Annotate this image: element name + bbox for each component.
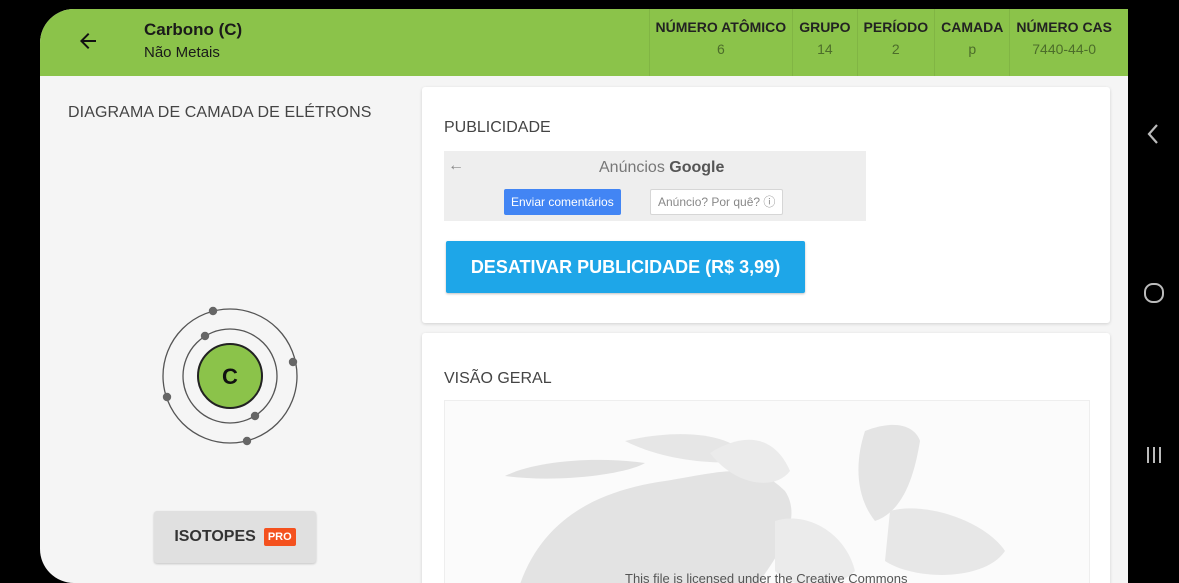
prop-label: GRUPO [799, 19, 851, 35]
recent-apps-icon [1146, 447, 1161, 463]
advertising-card: PUBLICIDADE ← Anúncios Google Enviar com… [422, 87, 1110, 323]
electron-shell-2 [242, 436, 252, 446]
prop-cas-number: NÚMERO CAS 7440-44-0 [1009, 9, 1118, 76]
nav-home-button[interactable] [1128, 268, 1179, 318]
electron-shell-1 [250, 411, 260, 421]
element-symbol: C [222, 364, 238, 389]
why-this-ad-button[interactable]: Anúncio? Por quê? ⓘ [650, 189, 784, 215]
back-button[interactable] [70, 23, 106, 59]
carbon-pieces-illustration [505, 424, 1005, 583]
isotopes-button[interactable]: ISOTOPES PRO [154, 511, 316, 563]
pro-badge: PRO [263, 528, 296, 546]
element-category: Não Metais [144, 44, 220, 61]
prop-value: 7440-44-0 [1032, 41, 1097, 57]
overview-title: VISÃO GERAL [444, 370, 552, 387]
electron-shell-2 [288, 357, 298, 367]
disable-ads-button[interactable]: DESATIVAR PUBLICIDADE (R$ 3,99) [446, 241, 805, 293]
diagram-title: DIAGRAMA DE CAMADA DE ELÉTRONS [68, 104, 372, 121]
element-name: Carbono (C) [144, 20, 243, 39]
nav-recents-button[interactable] [1128, 430, 1179, 480]
element-title-block: Carbono (C) Não Metais [144, 19, 242, 63]
nav-back-button[interactable] [1128, 109, 1179, 159]
system-navigation-bar [1128, 0, 1179, 583]
electron-shell-2 [162, 392, 172, 402]
prop-atomic-number: NÚMERO ATÔMICO 6 [648, 9, 793, 76]
prop-value: 6 [716, 41, 725, 57]
send-feedback-button[interactable]: Enviar comentários [504, 189, 621, 215]
app-screen: Carbono (C) Não Metais NÚMERO ATÔMICO 6 … [40, 9, 1128, 583]
carbon-sample-image: This file is licensed under the Creative… [444, 400, 1090, 583]
overview-card: VISÃO GERAL This file is licensed under … [422, 333, 1110, 583]
electron-shell-2 [208, 306, 218, 316]
prop-label: NÚMERO CAS [1016, 19, 1112, 35]
prop-group: GRUPO 14 [792, 9, 856, 76]
electron-shell-diagram: C [162, 306, 298, 446]
prop-label: NÚMERO ATÔMICO [655, 19, 787, 35]
circle-icon [1143, 283, 1164, 303]
diagram-panel: DIAGRAMA DE CAMADA DE ELÉTRONS C ISOTOPE… [40, 76, 412, 583]
prop-block: CAMADA p [934, 9, 1009, 76]
ad-brand: Anúncios Google [599, 159, 724, 177]
prop-value: 2 [891, 41, 900, 57]
electron-shell-1 [200, 331, 210, 341]
ad-back-arrow-icon[interactable]: ← [448, 157, 464, 175]
prop-label: PERÍODO [863, 19, 929, 35]
ad-slot: ← Anúncios Google Enviar comentários Anú… [444, 151, 866, 221]
prop-period: PERÍODO 2 [856, 9, 935, 76]
app-bar: Carbono (C) Não Metais NÚMERO ATÔMICO 6 … [40, 9, 1128, 76]
prop-label: CAMADA [941, 19, 1004, 35]
image-license-caption: This file is licensed under the Creative… [625, 571, 908, 583]
element-properties: NÚMERO ATÔMICO 6 GRUPO 14 PERÍODO 2 CAMA… [648, 9, 1118, 76]
advertising-title: PUBLICIDADE [444, 119, 551, 136]
ad-brand-name: Google [669, 159, 725, 176]
ad-brand-prefix: Anúncios [599, 159, 665, 176]
prop-value: p [968, 41, 977, 57]
prop-value: 14 [817, 41, 833, 57]
chevron-left-icon [1147, 124, 1158, 144]
arrow-left-icon [80, 33, 96, 49]
isotopes-label: ISOTOPES [174, 528, 256, 545]
